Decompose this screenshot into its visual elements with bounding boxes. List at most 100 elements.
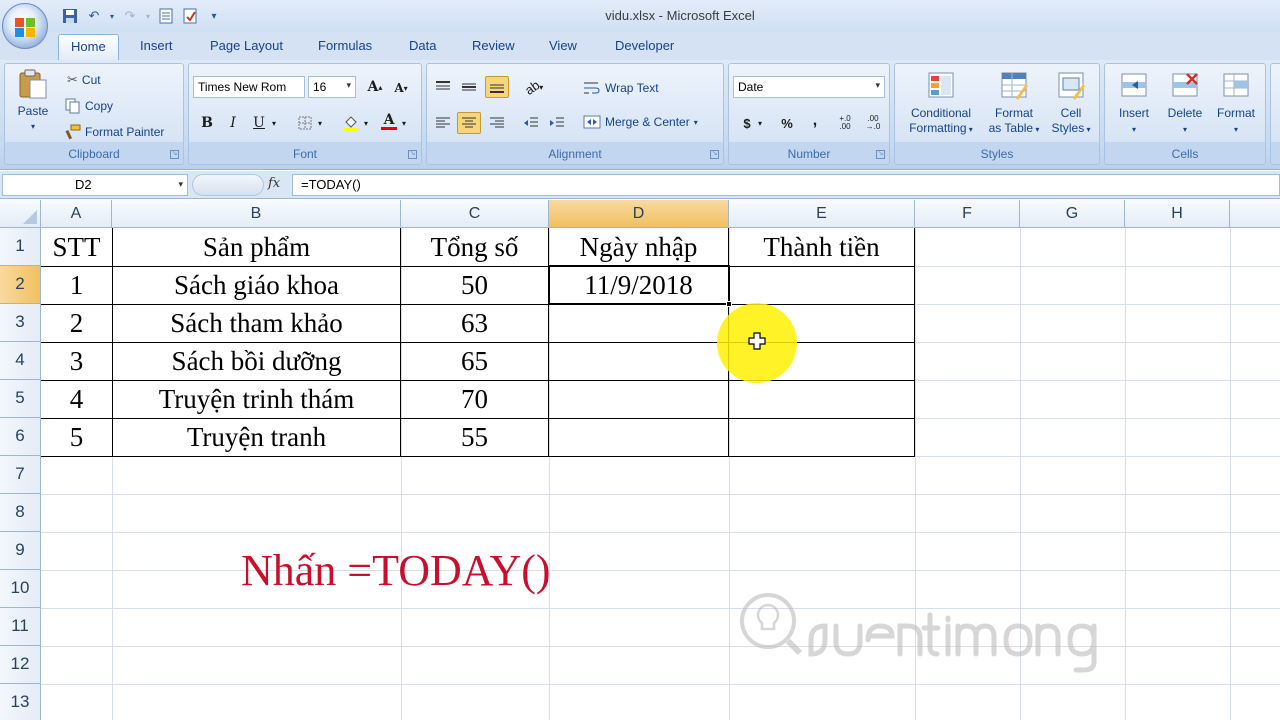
shrink-font-icon[interactable]: A ▾ — [389, 77, 413, 99]
decrease-decimal-button[interactable]: .00 →.0 — [861, 112, 885, 134]
paste-dropdown-icon[interactable]: ▾ — [11, 119, 55, 134]
tab-page-layout[interactable]: Page Layout — [210, 38, 283, 53]
font-launcher-icon[interactable]: ↘ — [408, 150, 417, 159]
column-header-a[interactable]: A — [41, 200, 112, 228]
format-as-table-button[interactable]: Format as Table ▾ — [983, 70, 1045, 137]
clipboard-launcher-icon[interactable]: ↘ — [170, 150, 179, 159]
row-header-8[interactable]: 8 — [0, 494, 41, 532]
number-format-dropdown[interactable]: Date ▾ — [733, 76, 885, 98]
column-header-h[interactable]: H — [1125, 200, 1230, 228]
cell-a2[interactable]: 1 — [41, 266, 112, 304]
tab-insert[interactable]: Insert — [140, 38, 173, 53]
tab-view[interactable]: View — [549, 38, 577, 53]
align-left-icon[interactable] — [431, 112, 455, 134]
cell-a5[interactable]: 4 — [41, 380, 112, 418]
orientation-icon[interactable]: ab ▾ — [517, 76, 551, 98]
column-header-b[interactable]: B — [112, 200, 401, 228]
borders-icon[interactable] — [293, 112, 317, 134]
tab-home[interactable]: Home — [58, 34, 119, 60]
cell-b6[interactable]: Truyện tranh — [113, 418, 400, 456]
align-center-icon[interactable] — [457, 112, 481, 134]
fill-color-icon[interactable] — [339, 112, 363, 134]
cell-c3[interactable]: 63 — [401, 304, 548, 342]
column-header-d[interactable]: D — [549, 200, 729, 228]
insert-cells-button[interactable]: Insert ▾ — [1109, 70, 1159, 137]
cell-d5[interactable] — [549, 380, 728, 418]
row-header-13[interactable]: 13 — [0, 684, 41, 720]
font-size-dropdown[interactable]: 16 ▾ — [308, 76, 356, 98]
copy-button[interactable]: Copy — [65, 98, 113, 114]
row-header-2[interactable]: 2 — [0, 266, 41, 304]
underline-dropdown-icon[interactable]: ▾ — [269, 112, 279, 134]
cell-d1[interactable]: Ngày nhập — [549, 228, 728, 266]
cell-c5[interactable]: 70 — [401, 380, 548, 418]
worksheet-grid[interactable]: A B C D E F G H 1 2 3 4 5 6 7 8 9 10 11 … — [0, 200, 1280, 720]
cell-b4[interactable]: Sách bồi dưỡng — [113, 342, 400, 380]
column-header-e[interactable]: E — [729, 200, 915, 228]
cell-d3[interactable] — [549, 304, 728, 342]
cell-c4[interactable]: 65 — [401, 342, 548, 380]
fill-handle[interactable] — [726, 301, 732, 307]
alignment-launcher-icon[interactable]: ↘ — [710, 150, 719, 159]
cell-styles-button[interactable]: Cell Styles ▾ — [1045, 70, 1097, 137]
italic-button[interactable]: I — [221, 112, 245, 134]
column-header-f[interactable]: F — [915, 200, 1020, 228]
increase-decimal-button[interactable]: +.0 .00 — [833, 112, 857, 134]
cell-b1[interactable]: Sản phẩm — [113, 228, 400, 266]
middle-align-icon[interactable] — [457, 76, 481, 98]
underline-button[interactable]: U — [247, 112, 271, 134]
tab-developer[interactable]: Developer — [615, 38, 674, 53]
row-header-10[interactable]: 10 — [0, 570, 41, 608]
tab-review[interactable]: Review — [472, 38, 515, 53]
bottom-align-icon[interactable] — [485, 76, 509, 98]
name-box[interactable]: D2 ▾ — [2, 174, 188, 196]
fill-color-dropdown-icon[interactable]: ▾ — [361, 112, 371, 134]
row-header-11[interactable]: 11 — [0, 608, 41, 646]
decrease-indent-icon[interactable] — [519, 112, 543, 134]
bold-button[interactable]: B — [195, 112, 219, 134]
cell-e2[interactable] — [729, 266, 914, 304]
insert-function-icon[interactable]: fx — [268, 176, 280, 191]
tab-formulas[interactable]: Formulas — [318, 38, 372, 53]
row-header-3[interactable]: 3 — [0, 304, 41, 342]
format-cells-button[interactable]: Format ▾ — [1209, 70, 1263, 137]
cell-a1[interactable]: STT — [41, 228, 112, 266]
column-header-c[interactable]: C — [401, 200, 549, 228]
font-color-icon[interactable]: A — [377, 110, 401, 132]
cell-d4[interactable] — [549, 342, 728, 380]
row-header-6[interactable]: 6 — [0, 418, 41, 456]
row-header-4[interactable]: 4 — [0, 342, 41, 380]
merge-center-button[interactable]: Merge & Center ▾ — [583, 114, 698, 130]
comma-button[interactable]: , — [803, 110, 827, 132]
percent-button[interactable]: % — [775, 112, 799, 134]
cell-c2[interactable]: 50 — [401, 266, 548, 304]
name-box-arrow-icon[interactable]: ▾ — [178, 179, 183, 190]
tab-data[interactable]: Data — [409, 38, 436, 53]
paste-button[interactable]: Paste ▾ — [11, 68, 55, 134]
cell-c1[interactable]: Tổng số — [401, 228, 548, 266]
row-header-7[interactable]: 7 — [0, 456, 41, 494]
increase-indent-icon[interactable] — [545, 112, 569, 134]
cell-d6[interactable] — [549, 418, 728, 456]
cell-c6[interactable]: 55 — [401, 418, 548, 456]
cell-e5[interactable] — [729, 380, 914, 418]
office-button[interactable] — [2, 3, 48, 49]
delete-cells-button[interactable]: Delete ▾ — [1159, 70, 1211, 137]
select-all-corner[interactable] — [0, 200, 41, 228]
column-header-next[interactable] — [1230, 200, 1280, 228]
row-header-1[interactable]: 1 — [0, 228, 41, 266]
cell-a4[interactable]: 3 — [41, 342, 112, 380]
cell-e1[interactable]: Thành tiền — [729, 228, 914, 266]
cut-button[interactable]: ✂ Cut — [67, 72, 101, 88]
borders-dropdown-icon[interactable]: ▾ — [315, 112, 325, 134]
cell-b3[interactable]: Sách tham khảo — [113, 304, 400, 342]
format-painter-button[interactable]: Format Painter — [65, 124, 164, 140]
cell-b2[interactable]: Sách giáo khoa — [113, 266, 400, 304]
grow-font-icon[interactable]: A ▴ — [363, 76, 387, 98]
cell-b5[interactable]: Truyện trinh thám — [113, 380, 400, 418]
font-name-dropdown[interactable]: Times New Rom — [193, 76, 305, 98]
wrap-text-button[interactable]: Wrap Text — [583, 80, 659, 96]
formula-input[interactable]: =TODAY() — [292, 174, 1280, 196]
align-right-icon[interactable] — [485, 112, 509, 134]
top-align-icon[interactable] — [431, 76, 455, 98]
